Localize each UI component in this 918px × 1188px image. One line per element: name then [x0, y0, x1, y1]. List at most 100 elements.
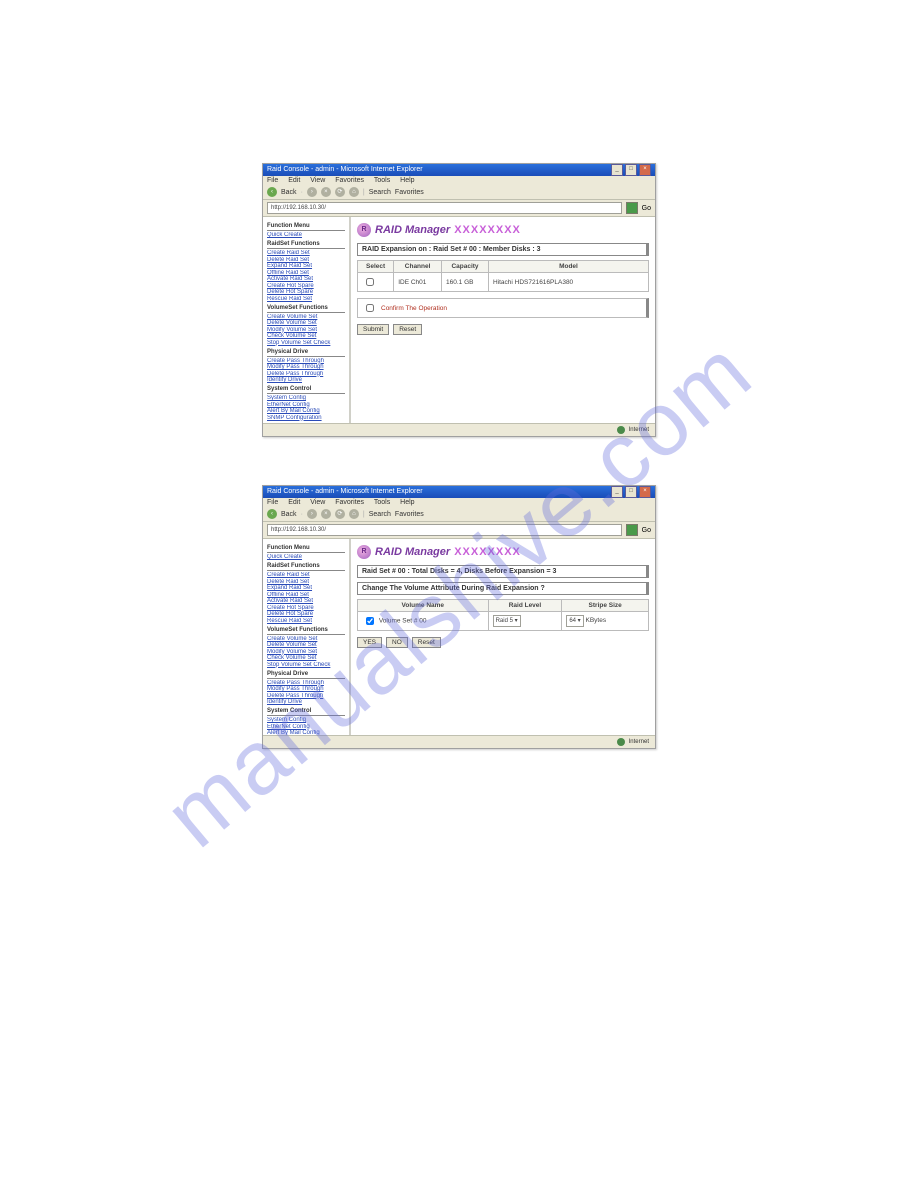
menu-file[interactable]: File [267, 177, 278, 184]
volume-checkbox[interactable] [366, 617, 374, 625]
sidebar-link[interactable]: Offline Raid Set [267, 270, 345, 276]
refresh-icon[interactable]: ⟳ [335, 187, 345, 197]
yes-button[interactable]: YES [357, 637, 382, 648]
address-bar: http://192.168.10.30/ Go [263, 522, 655, 539]
window-controls: _ □ × [611, 164, 651, 176]
sidebar-link[interactable]: Stop Volume Set Check [267, 662, 345, 668]
sidebar-link[interactable]: Check Volume Set [267, 655, 345, 661]
menu-edit[interactable]: Edit [288, 499, 300, 506]
stop-icon[interactable]: × [321, 509, 331, 519]
sidebar-link[interactable]: SNMP Configuration [267, 415, 345, 421]
menu-tools[interactable]: Tools [374, 177, 390, 184]
sidebar-link[interactable]: Activate Raid Set [267, 598, 345, 604]
menu-favorites[interactable]: Favorites [335, 177, 364, 184]
panel-heading: RAID Expansion on : Raid Set # 00 : Memb… [357, 243, 649, 256]
sidebar-link[interactable]: Delete Pass Through [267, 693, 345, 699]
sidebar-link[interactable]: System Config [267, 717, 345, 723]
submit-button[interactable]: Submit [357, 324, 389, 335]
forward-icon[interactable]: › [307, 509, 317, 519]
sidebar-link[interactable]: Delete Volume Set [267, 642, 345, 648]
go-label: Go [642, 527, 651, 534]
address-field[interactable]: http://192.168.10.30/ [267, 202, 622, 214]
cell-raid-level[interactable]: Raid 5 ▾ [488, 612, 562, 631]
maximize-button[interactable]: □ [625, 164, 637, 176]
menu-help[interactable]: Help [400, 499, 414, 506]
sidebar-link[interactable]: Create Volume Set [267, 636, 345, 642]
sidebar-link[interactable]: EtherNet Config [267, 402, 345, 408]
titlebar: Raid Console - admin - Microsoft Interne… [263, 164, 655, 176]
sidebar-link[interactable]: Activate Raid Set [267, 276, 345, 282]
raid-level-select[interactable]: Raid 5 ▾ [493, 615, 521, 627]
menu-favorites[interactable]: Favorites [335, 499, 364, 506]
sidebar-link[interactable]: System Config [267, 395, 345, 401]
stripe-size-select[interactable]: 64 ▾ [566, 615, 583, 627]
status-text: Internet [629, 739, 649, 745]
col-stripe-size: Stripe Size [562, 600, 649, 612]
go-button[interactable] [626, 524, 638, 536]
sidebar-link[interactable]: Create Pass Through [267, 680, 345, 686]
minimize-button[interactable]: _ [611, 486, 623, 498]
sidebar-link[interactable]: Rescue Raid Set [267, 296, 345, 302]
menu-view[interactable]: View [310, 177, 325, 184]
home-icon[interactable]: ⌂ [349, 509, 359, 519]
table-row: IDE Ch01 160.1 GB Hitachi HDS721616PLA38… [358, 273, 649, 292]
reset-button[interactable]: Reset [412, 637, 441, 648]
sidebar-link[interactable]: EtherNet Config [267, 724, 345, 730]
sidebar-link[interactable]: Create Volume Set [267, 314, 345, 320]
close-button[interactable]: × [639, 486, 651, 498]
menu-view[interactable]: View [310, 499, 325, 506]
reset-button[interactable]: Reset [393, 324, 422, 335]
sidebar-link[interactable]: Create Pass Through [267, 358, 345, 364]
menu-edit[interactable]: Edit [288, 177, 300, 184]
confirm-checkbox[interactable] [366, 304, 374, 312]
go-button[interactable] [626, 202, 638, 214]
sidebar-link[interactable]: Expand Raid Set [267, 263, 345, 269]
sidebar-link[interactable]: Modify Pass Through [267, 686, 345, 692]
sidebar-link[interactable]: Alert By Mail Config [267, 408, 345, 414]
sidebar-link[interactable]: Delete Raid Set [267, 257, 345, 263]
favorites-label[interactable]: Favorites [395, 511, 424, 518]
sidebar-link[interactable]: Create Raid Set [267, 250, 345, 256]
sidebar-link[interactable]: Stop Volume Set Check [267, 340, 345, 346]
sidebar-link[interactable]: Delete Pass Through [267, 371, 345, 377]
sidebar-link[interactable]: Rescue Raid Set [267, 618, 345, 624]
search-label[interactable]: Search [369, 189, 391, 196]
sidebar-link[interactable]: Modify Volume Set [267, 649, 345, 655]
sidebar-link[interactable]: Create Hot Spare [267, 283, 345, 289]
sidebar-link[interactable]: Create Raid Set [267, 572, 345, 578]
close-button[interactable]: × [639, 164, 651, 176]
sidebar-link[interactable]: Delete Volume Set [267, 320, 345, 326]
stop-icon[interactable]: × [321, 187, 331, 197]
back-icon[interactable]: ‹ [267, 509, 277, 519]
search-label[interactable]: Search [369, 511, 391, 518]
no-button[interactable]: NO [386, 637, 408, 648]
sidebar-link[interactable]: Delete Raid Set [267, 579, 345, 585]
favorites-label[interactable]: Favorites [395, 189, 424, 196]
sidebar-link[interactable]: Create Hot Spare [267, 605, 345, 611]
refresh-icon[interactable]: ⟳ [335, 509, 345, 519]
cell-select[interactable] [358, 273, 394, 292]
menu-help[interactable]: Help [400, 177, 414, 184]
menu-tools[interactable]: Tools [374, 499, 390, 506]
forward-icon[interactable]: › [307, 187, 317, 197]
sidebar-link[interactable]: Expand Raid Set [267, 585, 345, 591]
sidebar-link[interactable]: Quick Create [267, 554, 345, 560]
address-field[interactable]: http://192.168.10.30/ [267, 524, 622, 536]
sidebar-link[interactable]: Identify Drive [267, 699, 345, 705]
home-icon[interactable]: ⌂ [349, 187, 359, 197]
sidebar-link[interactable]: Quick Create [267, 232, 345, 238]
maximize-button[interactable]: □ [625, 486, 637, 498]
menu-file[interactable]: File [267, 499, 278, 506]
sidebar-link[interactable]: Check Volume Set [267, 333, 345, 339]
sidebar-link[interactable]: Delete Hot Spare [267, 611, 345, 617]
sidebar-link[interactable]: Delete Hot Spare [267, 289, 345, 295]
cell-stripe-size[interactable]: 64 ▾ KBytes [562, 612, 649, 631]
sidebar-link[interactable]: Identify Drive [267, 377, 345, 383]
select-checkbox[interactable] [366, 278, 374, 286]
minimize-button[interactable]: _ [611, 164, 623, 176]
toolbar-sep: · [301, 511, 303, 518]
sidebar-link[interactable]: Modify Volume Set [267, 327, 345, 333]
sidebar-link[interactable]: Modify Pass Through [267, 364, 345, 370]
back-icon[interactable]: ‹ [267, 187, 277, 197]
sidebar-link[interactable]: Offline Raid Set [267, 592, 345, 598]
